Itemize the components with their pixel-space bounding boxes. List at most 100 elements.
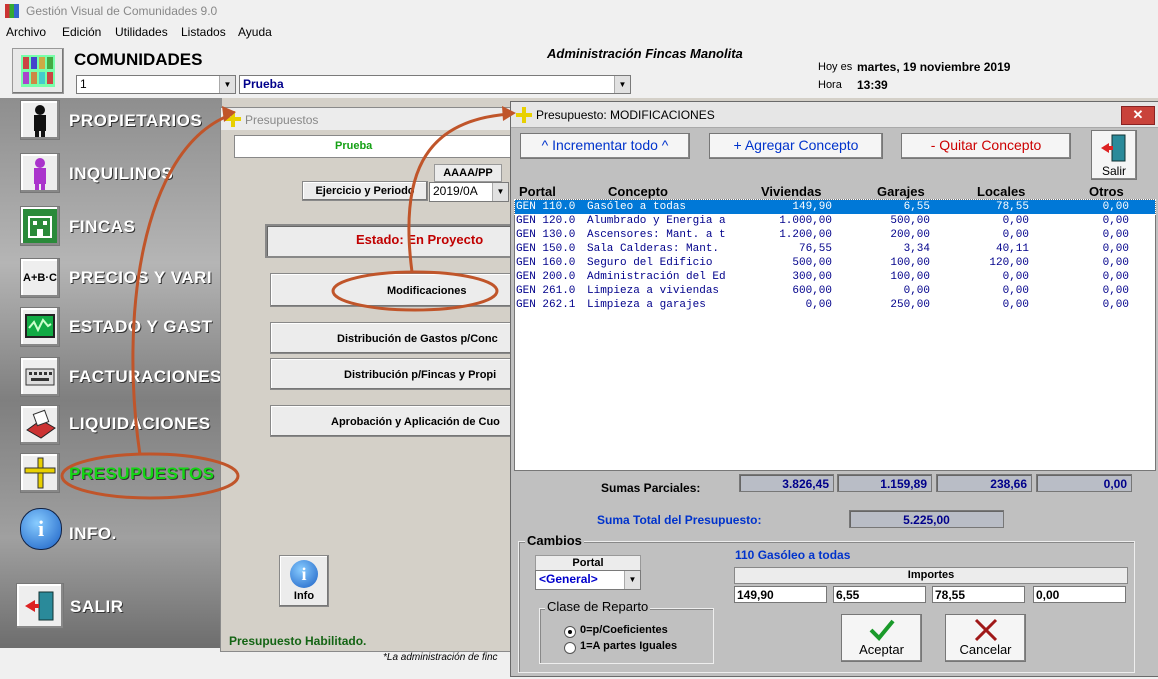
community-code-select[interactable]: 1 ▼ xyxy=(76,75,236,94)
cancelar-label: Cancelar xyxy=(959,642,1012,657)
sidebar-item-inquilinos[interactable]: INQUILINOS xyxy=(69,164,173,184)
table-cell: 0,00 xyxy=(1102,201,1129,213)
importe-garajes-input[interactable]: 6,55 xyxy=(833,586,926,603)
table-row[interactable]: GEN 110.0 Gasóleo a todas 149,90 6,55 78,55 0… xyxy=(514,199,1156,215)
table-cell: 0,00 xyxy=(1002,299,1029,311)
table-row[interactable]: GEN 262.1 Limpieza a garajes 0,00 250,00 0,0… xyxy=(515,298,1155,312)
aprobacion-button[interactable]: Aprobación y Aplicación de Cuo xyxy=(270,405,516,437)
sum-locales: 238,66 xyxy=(936,474,1032,492)
menu-ayuda[interactable]: Ayuda xyxy=(238,25,272,39)
table-cell: GEN 261.0 xyxy=(516,285,576,297)
community-name-select[interactable]: Prueba ▼ xyxy=(239,75,631,94)
books-logo-icon[interactable] xyxy=(12,48,64,94)
tenant-icon[interactable] xyxy=(20,153,60,193)
presupuestos-title-bar: Presupuestos xyxy=(221,108,516,130)
x-cancel-icon xyxy=(974,618,998,642)
modificaciones-button[interactable]: Modificaciones xyxy=(270,273,516,307)
table-row[interactable]: GEN 150.0 Sala Calderas: Mant. 76,55 3,34 40… xyxy=(515,242,1155,256)
section-title: COMUNIDADES xyxy=(74,50,203,69)
sidebar-item-liquidaciones[interactable]: LIQUIDACIONES xyxy=(69,414,211,434)
sidebar-item-presupuestos[interactable]: PRESUPUESTOS xyxy=(69,464,215,484)
table-row[interactable]: GEN 120.0 Alumbrado y Energia a 1.000,00 50… xyxy=(515,214,1155,228)
table-cell: 0,00 xyxy=(1102,285,1129,297)
table-row[interactable]: GEN 160.0 Seguro del Edificio 500,00 100,00… xyxy=(515,256,1155,270)
radio-coeficientes[interactable] xyxy=(564,626,576,638)
sidebar-item-propietarios[interactable]: PROPIETARIOS xyxy=(69,111,202,131)
sidebar-item-info[interactable]: INFO. xyxy=(69,524,117,544)
importe-otros-input[interactable]: 0,00 xyxy=(1033,586,1126,603)
menu-listados[interactable]: Listados xyxy=(181,25,226,39)
menu-edicion[interactable]: Edición xyxy=(62,25,101,39)
cancelar-button[interactable]: Cancelar xyxy=(945,614,1026,662)
sidebar-item-facturaciones[interactable]: FACTURACIONES xyxy=(69,367,222,387)
modificaciones-title: Presupuesto: MODIFICACIONES xyxy=(536,108,715,122)
total-value: 5.225,00 xyxy=(849,510,1004,528)
portal-label: Portal xyxy=(535,555,641,571)
radio-partes-iguales[interactable] xyxy=(564,642,576,654)
sidebar-item-fincas[interactable]: FINCAS xyxy=(69,217,135,237)
sidebar-item-precios[interactable]: PRECIOS Y VARI xyxy=(69,268,212,288)
menu-archivo[interactable]: Archivo xyxy=(6,25,46,39)
sidebar-item-salir[interactable]: SALIR xyxy=(70,597,124,617)
table-cell: 0,00 xyxy=(805,299,832,311)
distribucion-gastos-button[interactable]: Distribución de Gastos p/Conc xyxy=(270,322,516,354)
info-icon[interactable]: i xyxy=(20,508,62,550)
table-cell: 0,00 xyxy=(1002,285,1029,297)
table-cell: 78,55 xyxy=(995,201,1029,213)
window-title: Gestión Visual de Comunidades 9.0 xyxy=(26,4,218,18)
importe-viviendas-input[interactable]: 149,90 xyxy=(734,586,827,603)
exit-door-icon[interactable] xyxy=(16,583,64,629)
period-value: 2019/0A xyxy=(433,184,478,198)
table-cell: GEN 200.0 xyxy=(516,271,576,283)
table-cell: GEN 160.0 xyxy=(516,257,576,269)
table-cell: 1.200,00 xyxy=(779,229,832,241)
status-text: Presupuesto Habilitado. xyxy=(229,634,367,648)
sidebar-item-estado[interactable]: ESTADO Y GAST xyxy=(69,317,212,337)
salir-button[interactable]: Salir xyxy=(1091,130,1137,180)
selected-concept: 110 Gasóleo a todas xyxy=(735,548,851,562)
quitar-concepto-button[interactable]: - Quitar Concepto xyxy=(901,133,1071,159)
printer-icon[interactable] xyxy=(20,405,60,445)
incrementar-todo-button[interactable]: ^ Incrementar todo ^ xyxy=(520,133,690,159)
keyboard-icon[interactable] xyxy=(20,357,60,397)
person-icon[interactable] xyxy=(20,100,60,140)
abc-icon[interactable]: A+B·C xyxy=(20,258,60,298)
building-icon[interactable] xyxy=(20,206,60,246)
table-row[interactable]: GEN 200.0 Administración del Ed 300,00 100,… xyxy=(515,270,1155,284)
ruler-icon[interactable] xyxy=(20,453,60,493)
distribucion-fincas-button[interactable]: Distribución p/Fincas y Propi xyxy=(270,358,516,390)
concept-list[interactable]: GEN 110.0 Gasóleo a todas 149,90 6,55 78,55 0… xyxy=(514,199,1156,471)
estado-display: Estado: En Proyecto xyxy=(265,224,520,258)
table-cell: 200,00 xyxy=(890,229,930,241)
agregar-concepto-button[interactable]: + Agregar Concepto xyxy=(709,133,883,159)
table-cell: 0,00 xyxy=(1102,215,1129,227)
chevron-down-icon: ▼ xyxy=(624,571,640,589)
info-button[interactable]: i Info xyxy=(279,555,329,607)
table-cell: 0,00 xyxy=(1002,229,1029,241)
option-coeficientes: 0=p/Coeficientes xyxy=(580,624,668,636)
aceptar-button[interactable]: Aceptar xyxy=(841,614,922,662)
table-cell: GEN 150.0 xyxy=(516,243,576,255)
checkmark-icon xyxy=(869,619,895,641)
table-row[interactable]: GEN 130.0 Ascensores: Mant. a t 1.200,00 20… xyxy=(515,228,1155,242)
table-cell: 0,00 xyxy=(1102,229,1129,241)
table-cell: 100,00 xyxy=(890,271,930,283)
table-cell: 500,00 xyxy=(890,215,930,227)
monitor-icon[interactable] xyxy=(20,307,60,347)
menu-utilidades[interactable]: Utilidades xyxy=(115,25,168,39)
table-row[interactable]: GEN 261.0 Limpieza a viviendas 600,00 0,00 0… xyxy=(515,284,1155,298)
period-select[interactable]: 2019/0A ▼ xyxy=(429,182,509,202)
close-icon[interactable]: ✕ xyxy=(1121,106,1155,125)
table-cell: Administración del Ed xyxy=(587,271,726,283)
community-display-text: Prueba xyxy=(335,140,373,152)
app-icon xyxy=(5,4,19,18)
info-icon: i xyxy=(290,560,318,588)
ruler-icon xyxy=(516,107,532,123)
portal-select[interactable]: <General> ▼ xyxy=(535,570,641,590)
importe-locales-input[interactable]: 78,55 xyxy=(932,586,1025,603)
sums-label: Sumas Parciales: xyxy=(601,481,701,495)
chevron-down-icon: ▼ xyxy=(492,183,508,201)
community-name-value: Prueba xyxy=(243,77,284,91)
community-display: Prueba xyxy=(234,135,516,158)
time-value: 13:39 xyxy=(857,78,888,92)
